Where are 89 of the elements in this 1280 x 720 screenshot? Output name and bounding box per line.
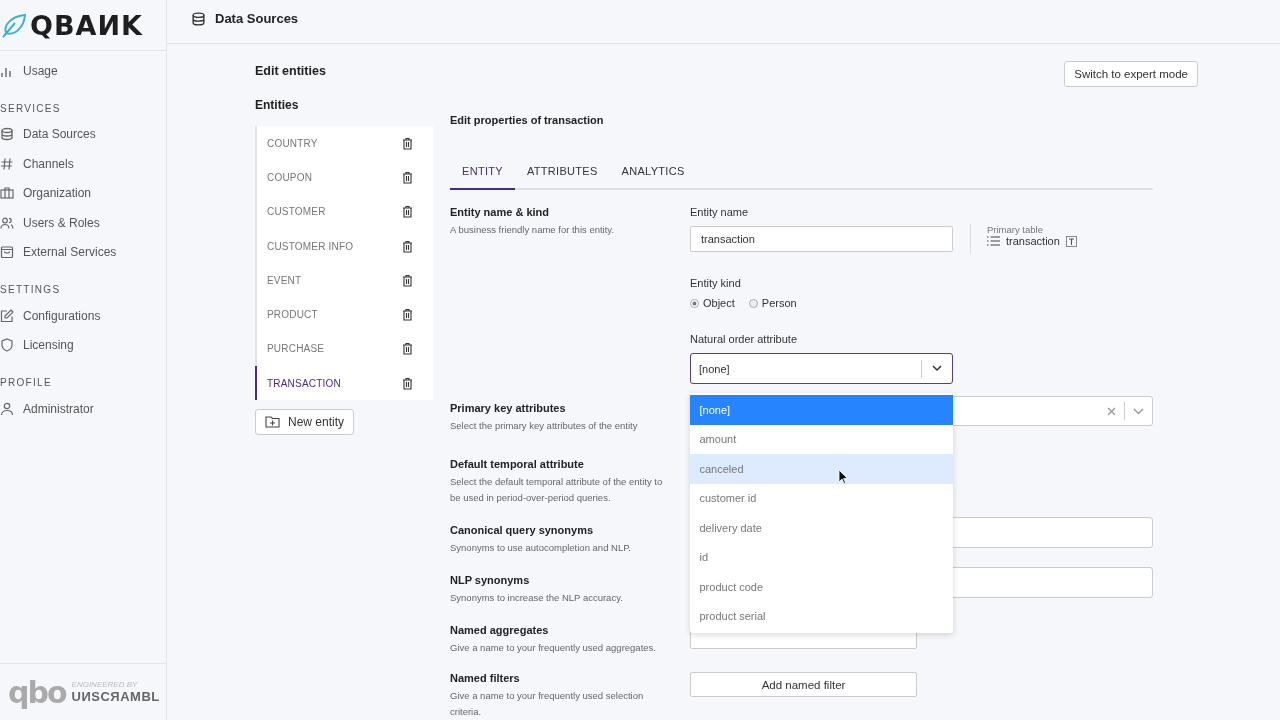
nav-item[interactable]: Channels [0, 149, 166, 179]
section-description: Select the default temporal attribute of the entity to be used in period-over-period queries. [450, 475, 664, 505]
briefcase-icon [0, 186, 14, 201]
tab[interactable]: ENTITY [450, 154, 515, 190]
cursor-icon [837, 469, 848, 484]
company-name: UИSCЯAMBL [71, 689, 160, 704]
section-description: Give a name to your frequently used selection criteria. [450, 689, 645, 719]
section-description: Select the primary key attributes of the entity [450, 419, 639, 433]
dropdown-option[interactable]: amount [689, 424, 953, 454]
section-title: Entity name & kind [450, 206, 551, 218]
section-description: A business friendly name for this entity. [450, 223, 616, 237]
field-label: Entity kind [690, 277, 742, 289]
dropdown-option[interactable]: delivery date [689, 513, 953, 543]
section-title: Named aggregates [450, 624, 550, 636]
trash-icon[interactable] [402, 273, 413, 287]
add-button[interactable]: Add named filter [690, 672, 917, 697]
expert-mode-button[interactable]: Switch to expert mode [1064, 61, 1198, 87]
entity-item[interactable]: COUPON [255, 160, 433, 195]
page-title: Edit entities [255, 64, 326, 78]
section-title: Primary key attributes [450, 402, 567, 414]
edit-icon [0, 308, 14, 323]
entity-item[interactable]: CUSTOMER INFO [255, 228, 433, 264]
hash-icon [0, 156, 14, 171]
dropdown-option[interactable]: customer id [689, 483, 953, 513]
new-entity-button[interactable]: New entity [255, 409, 355, 436]
chevron-down-icon [1133, 407, 1144, 415]
radio-icon[interactable] [748, 298, 758, 308]
trash-icon[interactable] [402, 308, 413, 322]
field-label: Primary table [987, 224, 1044, 235]
dropdown-option[interactable]: canceled [689, 454, 953, 484]
section-title: Default temporal attribute [450, 458, 585, 470]
dropdown-option[interactable]: product serial [689, 601, 953, 631]
company-logo-mark: qbo [8, 674, 66, 710]
radio-option[interactable]: Person [748, 297, 797, 309]
folder-plus-icon [265, 416, 280, 429]
dropdown-option[interactable]: id [689, 542, 953, 572]
logo-text: QBAИK [30, 9, 143, 41]
radio-option[interactable]: Object [690, 297, 735, 309]
section-title: Canonical query synonyms [450, 524, 595, 536]
user-icon [0, 401, 14, 416]
nav-item[interactable]: Licensing [0, 330, 166, 360]
trash-icon[interactable] [402, 205, 413, 219]
list-heading: Entities [255, 98, 300, 112]
database-icon [191, 10, 206, 27]
trash-icon[interactable] [402, 376, 413, 390]
section-description: Synonyms to increase the NLP accuracy. [450, 591, 624, 605]
section-title: NLP synonyms [450, 574, 531, 586]
dropdown-option[interactable]: [none] [689, 395, 953, 425]
nav-item[interactable]: Administrator [0, 394, 166, 424]
feather-logo-icon [0, 11, 28, 39]
nav-item[interactable]: Usage [0, 56, 166, 86]
editor-title: Edit properties of transaction [450, 114, 605, 126]
tab[interactable]: ANALYTICS [609, 154, 697, 190]
text-type-icon [1065, 235, 1077, 247]
entity-item[interactable]: TRANSACTION [255, 366, 433, 401]
nav-item[interactable]: Organization [0, 178, 166, 208]
nav-item[interactable]: Configurations [0, 301, 166, 331]
trash-icon[interactable] [402, 342, 413, 356]
tab[interactable]: ATTRIBUTES [514, 154, 610, 190]
section-description: Give a name to your frequently used aggregates. [450, 641, 657, 655]
section-description: Synonyms to use autocompletion and NLP. [450, 541, 632, 555]
shield-icon [0, 338, 14, 353]
trash-icon[interactable] [402, 239, 413, 253]
dropdown-option[interactable]: product code [689, 572, 953, 602]
trash-icon[interactable] [402, 170, 413, 184]
radio-icon[interactable] [690, 298, 699, 308]
trash-icon[interactable] [402, 136, 413, 150]
nav-item[interactable]: Data Sources [0, 119, 166, 149]
entity-item[interactable]: PURCHASE [255, 331, 433, 367]
section-heading: SETTINGS [0, 284, 62, 295]
database-icon [0, 127, 14, 142]
entity-item[interactable]: COUNTRY [255, 126, 433, 161]
field-label: Natural order attribute [690, 333, 798, 345]
field-label: Entity name [690, 206, 750, 218]
nav-item[interactable]: Users & Roles [0, 208, 166, 238]
list-icon [987, 236, 1000, 246]
page-header-title: Data Sources [215, 11, 299, 26]
entity-item[interactable]: CUSTOMER [255, 194, 433, 229]
entity-item[interactable]: EVENT [255, 263, 433, 298]
nav-item[interactable]: External Services [0, 237, 166, 267]
section-heading: SERVICES [0, 102, 62, 114]
primary-table-name: transaction [1006, 235, 1060, 247]
entity-name-field[interactable]: transaction [690, 226, 953, 252]
bag-icon [0, 245, 14, 260]
entity-item[interactable]: PRODUCT [255, 297, 433, 332]
section-title: Named filters [450, 672, 521, 684]
clear-icon[interactable] [1107, 406, 1116, 416]
section-heading: PROFILE [0, 377, 53, 388]
users-icon [0, 215, 14, 230]
